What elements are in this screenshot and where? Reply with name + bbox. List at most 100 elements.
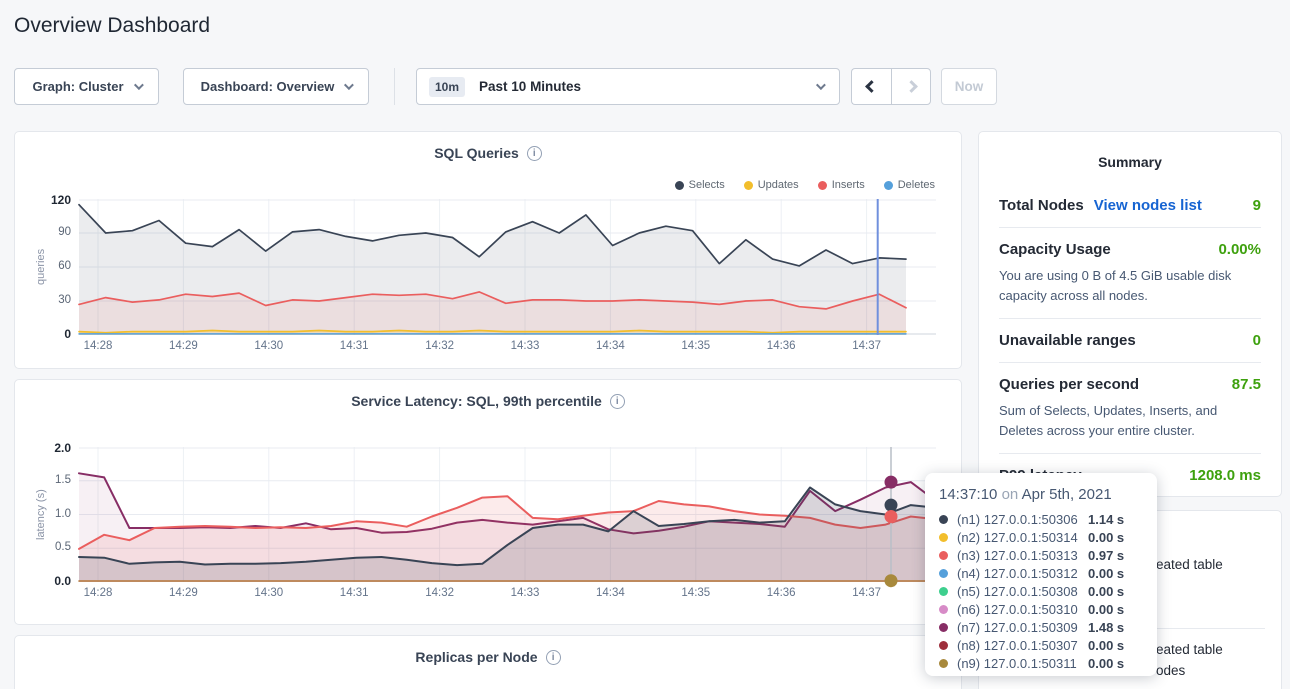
y-axis-tick: 0.0 (15, 574, 71, 588)
tooltip-node-label: (n8) 127.0.0.1:50307 (957, 638, 1088, 653)
summary-metric-value: 0.00% (1218, 241, 1261, 258)
x-axis-tick: 14:35 (681, 340, 710, 352)
tooltip-node-row: (n5) 127.0.0.1:503080.00 s (939, 582, 1157, 600)
y-axis-tick: 0.5 (15, 541, 71, 553)
chart-title: Replicas per Node (415, 649, 537, 665)
tooltip-conj: on (1002, 486, 1019, 503)
tooltip-node-value: 0.00 s (1088, 566, 1124, 581)
y-axis-tick: 0 (15, 327, 71, 341)
node-series-dot-icon (939, 515, 948, 524)
y-axis-tick: 1.0 (15, 508, 71, 520)
sql-queries-chart-card: SQL Queries SelectsUpdatesInsertsDeletes… (14, 131, 962, 369)
x-axis-tick: 14:37 (852, 340, 881, 352)
x-axis-tick: 14:28 (84, 587, 113, 599)
service-latency-plot[interactable]: latency (s)0.00.51.01.52.014:2814:2914:3… (15, 380, 961, 624)
node-series-dot-icon (939, 533, 948, 542)
chevron-down-icon (133, 80, 143, 90)
tooltip-node-label: (n9) 127.0.0.1:50311 (957, 656, 1088, 671)
next-range-button[interactable] (891, 68, 931, 105)
x-axis-tick: 14:29 (169, 340, 198, 352)
node-series-dot-icon (939, 551, 948, 560)
node-series-dot-icon (939, 587, 948, 596)
x-axis-tick: 14:33 (511, 340, 540, 352)
y-axis-tick: 1.5 (15, 474, 71, 486)
tooltip-node-value: 1.48 s (1088, 620, 1124, 635)
summary-title: Summary (999, 146, 1261, 184)
dashboard-dropdown-label: Dashboard: Overview (201, 79, 335, 94)
tooltip-date: Apr 5th, 2021 (1022, 486, 1112, 503)
summary-metric-description: You are using 0 B of 4.5 GiB usable disk… (999, 266, 1261, 305)
page-title: Overview Dashboard (14, 14, 210, 38)
tooltip-node-row: (n2) 127.0.0.1:503140.00 s (939, 528, 1157, 546)
time-range-pager (851, 68, 931, 105)
tooltip-node-row: (n3) 127.0.0.1:503130.97 s (939, 546, 1157, 564)
y-axis-tick: 2.0 (15, 441, 71, 455)
x-axis-tick: 14:36 (767, 587, 796, 599)
summary-row-header: Capacity Usage0.00% (999, 241, 1261, 258)
x-axis-tick: 14:34 (596, 587, 625, 599)
tooltip-node-value: 0.00 s (1088, 602, 1124, 617)
summary-row: Unavailable ranges0 (999, 318, 1261, 362)
graph-dropdown[interactable]: Graph: Cluster (14, 68, 159, 105)
node-series-dot-icon (939, 623, 948, 632)
x-axis-tick: 14:34 (596, 340, 625, 352)
tooltip-timestamp: 14:37:10 on Apr 5th, 2021 (939, 486, 1157, 503)
tooltip-node-value: 0.00 s (1088, 638, 1124, 653)
x-axis-tick: 14:28 (84, 340, 113, 352)
tooltip-node-row: (n8) 127.0.0.1:503070.00 s (939, 636, 1157, 654)
summary-row-header: Total Nodes View nodes list 9 (999, 197, 1261, 214)
toolbar: Graph: Cluster Dashboard: Overview 10m P… (14, 68, 997, 105)
summary-metric-value: 87.5 (1232, 376, 1261, 393)
x-axis-tick: 14:33 (511, 587, 540, 599)
sql-queries-plot[interactable]: queries030609012014:2814:2914:3014:3114:… (15, 132, 961, 368)
view-nodes-list-link[interactable]: View nodes list (1094, 197, 1202, 214)
tooltip-node-label: (n6) 127.0.0.1:50310 (957, 602, 1088, 617)
tooltip-node-row: (n4) 127.0.0.1:503120.00 s (939, 564, 1157, 582)
y-axis-tick: 30 (15, 294, 71, 306)
summary-metric-label: Unavailable ranges (999, 332, 1136, 349)
y-axis-tick: 120 (15, 193, 71, 207)
tooltip-node-row: (n9) 127.0.0.1:503110.00 s (939, 654, 1157, 672)
summary-metric-value: 9 (1253, 197, 1261, 214)
tooltip-node-label: (n1) 127.0.0.1:50306 (957, 512, 1088, 527)
info-icon[interactable] (546, 650, 561, 665)
summary-metric-value: 1208.0 ms (1189, 467, 1261, 484)
prev-range-button[interactable] (851, 68, 891, 105)
y-axis-tick: 90 (15, 226, 71, 238)
tooltip-node-label: (n4) 127.0.0.1:50312 (957, 566, 1088, 581)
event-text-fragment: odes (1156, 663, 1185, 678)
now-button[interactable]: Now (941, 68, 997, 105)
x-axis-tick: 14:36 (767, 340, 796, 352)
summary-row: Queries per second87.5Sum of Selects, Up… (999, 362, 1261, 453)
chevron-left-icon (865, 80, 878, 93)
replicas-per-node-chart-card: Replicas per Node (14, 635, 962, 689)
chart-title-row: Replicas per Node (15, 636, 961, 665)
node-series-dot-icon (939, 659, 948, 668)
x-axis-tick: 14:35 (681, 587, 710, 599)
node-series-dot-icon (939, 641, 948, 650)
x-axis-tick: 14:32 (425, 587, 454, 599)
toolbar-divider (394, 68, 395, 105)
tooltip-time: 14:37:10 (939, 486, 997, 503)
x-axis-tick: 14:31 (340, 340, 369, 352)
tooltip-node-label: (n3) 127.0.0.1:50313 (957, 548, 1088, 563)
tooltip-node-label: (n7) 127.0.0.1:50309 (957, 620, 1088, 635)
dashboard-dropdown[interactable]: Dashboard: Overview (183, 68, 369, 105)
node-series-dot-icon (939, 569, 948, 578)
sql-queries-svg (79, 199, 936, 335)
x-axis-tick: 14:29 (169, 587, 198, 599)
summary-metric-label: Total Nodes (999, 197, 1084, 214)
event-text-fragment: eated table (1156, 642, 1223, 657)
tooltip-node-value: 1.14 s (1088, 512, 1124, 527)
time-range-badge: 10m (429, 77, 465, 97)
graph-dropdown-label: Graph: Cluster (32, 79, 123, 94)
tooltip-node-value: 0.97 s (1088, 548, 1124, 563)
summary-metric-description: Sum of Selects, Updates, Inserts, and De… (999, 401, 1261, 440)
event-text-fragment: eated table (1156, 557, 1223, 572)
chevron-down-icon (344, 80, 354, 90)
tooltip-node-value: 0.00 s (1088, 656, 1124, 671)
service-latency-chart-card: Service Latency: SQL, 99th percentile la… (14, 379, 962, 625)
chart-hover-tooltip: 14:37:10 on Apr 5th, 2021 (n1) 127.0.0.1… (925, 473, 1157, 676)
x-axis-tick: 14:30 (254, 587, 283, 599)
time-range-dropdown[interactable]: 10m Past 10 Minutes (416, 68, 840, 105)
